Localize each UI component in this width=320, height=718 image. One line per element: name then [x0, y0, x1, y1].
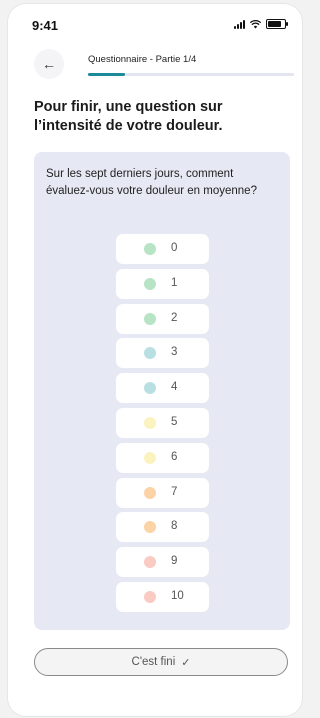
option-label: 3 — [171, 346, 178, 359]
wifi-icon — [250, 19, 261, 28]
question-card: Sur les sept derniers jours, comment éva… — [34, 152, 290, 630]
option-label: 4 — [171, 381, 178, 394]
pain-option-8[interactable]: 8 — [116, 512, 209, 543]
pain-option-0[interactable]: 0 — [116, 234, 209, 264]
finish-button-label: C'est fini — [131, 656, 176, 668]
option-dot — [144, 486, 156, 499]
status-time: 9:41 — [32, 18, 59, 33]
pain-option-5[interactable]: 5 — [116, 407, 209, 438]
option-label: 8 — [171, 520, 178, 533]
option-dot — [144, 556, 156, 569]
option-label: 6 — [171, 450, 178, 463]
option-label: 1 — [171, 276, 178, 289]
status-bar: 9:41 — [8, 4, 302, 44]
option-label: 9 — [171, 555, 178, 568]
option-dot — [144, 416, 156, 429]
option-dot — [144, 312, 156, 325]
finish-button[interactable]: C'est fini ✓ — [34, 648, 288, 676]
option-label: 5 — [171, 415, 178, 428]
progress-fill — [88, 73, 126, 76]
pain-option-1[interactable]: 1 — [116, 268, 209, 299]
pain-option-2[interactable]: 2 — [116, 303, 209, 334]
option-label: 10 — [171, 589, 184, 602]
battery-icon — [266, 19, 288, 29]
option-dot — [144, 347, 156, 360]
pain-option-7[interactable]: 7 — [116, 477, 209, 508]
status-icons — [234, 19, 288, 29]
question-text: Sur les sept derniers jours, comment éva… — [46, 168, 257, 197]
option-label: 7 — [171, 485, 178, 498]
pain-scale-options: 0 1 2 3 4 5 6 7 8 9 10 — [116, 234, 209, 617]
progress-title: Questionnaire - Partie 1/4 — [88, 54, 197, 65]
pain-option-9[interactable]: 9 — [116, 547, 209, 578]
phone-screen: 9:41 ← Questionnaire - Partie 1/4 Pour f… — [8, 4, 302, 716]
signal-icon — [234, 19, 245, 29]
option-dot — [144, 451, 156, 464]
pain-option-6[interactable]: 6 — [116, 442, 209, 473]
option-label: 0 — [171, 242, 178, 254]
progress-bar — [88, 73, 294, 76]
page-title: Pour finir, une question sur l’intensité… — [34, 99, 223, 134]
pain-option-10[interactable]: 10 — [116, 581, 209, 612]
arrow-left-icon: ← — [42, 56, 56, 72]
option-dot — [144, 277, 156, 290]
option-dot — [144, 382, 156, 395]
check-icon: ✓ — [181, 656, 191, 669]
pain-option-4[interactable]: 4 — [116, 373, 209, 404]
back-button[interactable]: ← — [34, 49, 64, 79]
option-label: 2 — [171, 311, 178, 324]
option-dot — [144, 590, 156, 603]
pain-option-3[interactable]: 3 — [116, 338, 209, 369]
option-dot — [144, 243, 156, 255]
option-dot — [144, 521, 156, 534]
